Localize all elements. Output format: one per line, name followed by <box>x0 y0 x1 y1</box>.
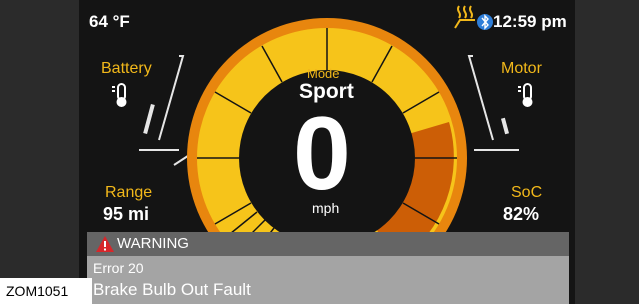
battery-label: Battery <box>101 60 152 77</box>
range-value: 95 mi <box>103 204 150 224</box>
warning-message: Brake Bulb Out Fault <box>93 280 251 299</box>
soc-value: 82% <box>503 204 540 224</box>
range-label: Range <box>105 184 153 201</box>
motor-level-bar <box>500 117 510 135</box>
battery-thermometer-icon <box>112 83 127 107</box>
speed-value: 0 <box>293 96 351 212</box>
left-bezel <box>0 0 79 304</box>
mode-label: Mode <box>307 66 340 81</box>
figure-label: ZOM1051 <box>0 278 92 304</box>
temperature-readout: 64 °F <box>89 12 130 31</box>
warning-title: WARNING <box>117 235 189 252</box>
soc-label: SoC <box>511 184 543 201</box>
motor-label: Motor <box>501 60 542 77</box>
warning-body: Error 20 Brake Bulb Out Fault <box>87 256 569 304</box>
warning-header: WARNING <box>87 232 569 256</box>
right-bezel <box>575 0 639 304</box>
heated-seat-icon <box>454 5 475 29</box>
motor-bracket <box>467 55 494 141</box>
dashboard-screen: 64 °F 12:59 pm Battery Motor Mode Sport … <box>79 0 575 304</box>
warning-panel[interactable]: WARNING Error 20 Brake Bulb Out Fault <box>87 232 569 304</box>
motor-thermometer-icon <box>518 83 533 107</box>
bluetooth-icon <box>477 14 493 30</box>
battery-level-bar <box>143 103 155 135</box>
warning-triangle-icon <box>96 236 114 252</box>
speed-unit: mph <box>312 200 340 216</box>
battery-bracket <box>158 55 185 141</box>
warning-code: Error 20 <box>93 260 144 276</box>
clock: 12:59 pm <box>493 12 567 31</box>
